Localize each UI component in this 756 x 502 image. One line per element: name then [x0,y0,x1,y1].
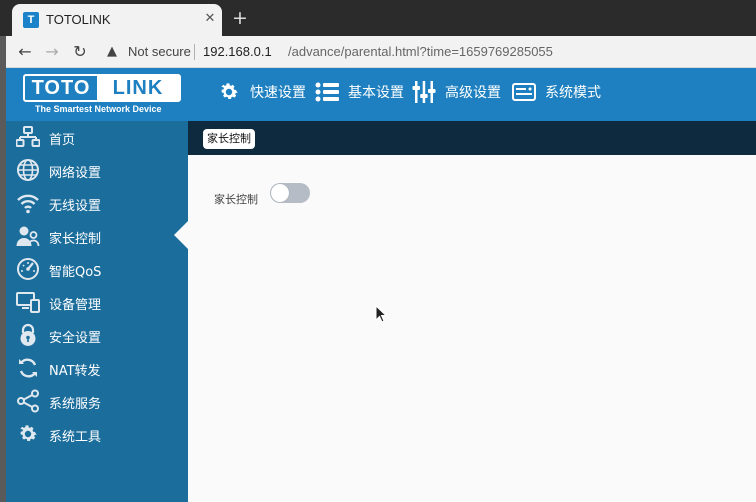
breadcrumb[interactable]: 家长控制 [203,129,255,149]
new-tab-icon[interactable]: + [229,8,251,30]
sidebar-item-system-services[interactable]: 系统服务 [6,385,188,418]
router-icon [511,81,537,103]
globe-icon [15,158,41,182]
url-host[interactable]: 192.168.0.1 [203,44,272,59]
sidebar-item-label: 智能QoS [49,265,102,280]
sidebar-item-smart-qos[interactable]: 智能QoS [6,253,188,286]
app-header: TOTO LINK The Smartest Network Device 快速… [6,68,756,121]
main-content: 家长控制 [188,155,756,502]
topnav-basic-setup[interactable]: 基本设置 [314,79,404,105]
refresh-icon [15,356,41,380]
totolink-favicon-icon: T [23,12,39,28]
sidebar-item-label: 系统工具 [49,430,102,445]
back-arrow-icon[interactable]: ← [14,41,36,63]
topnav-label: 快速设置 [250,85,306,101]
sidebar-item-device-management[interactable]: 设备管理 [6,286,188,319]
sidebar-item-label: 家长控制 [49,232,102,247]
close-tab-icon[interactable]: ✕ [201,10,219,28]
topnav-label: 高级设置 [445,85,501,101]
sidebar-item-label: 网络设置 [49,166,102,181]
not-secure-label[interactable]: Not secure [128,44,191,59]
list-icon [314,81,340,103]
gear-icon [15,422,41,446]
sidebar-item-label: 设备管理 [49,298,102,313]
sidebar-item-label: 首页 [49,133,76,148]
logo-text-right: LINK [97,76,179,100]
share-icon [15,389,41,413]
sidebar-item-label: NAT转发 [49,364,101,379]
sidebar: 首页 网络设置 无线设置 家长控制 智能QoS 设备管理 安全设置 NAT转发 … [6,121,188,502]
gauge-icon [15,257,41,281]
lock-icon [15,323,41,347]
sidebar-item-home[interactable]: 首页 [6,121,188,154]
sidebar-item-network[interactable]: 网络设置 [6,154,188,187]
url-path[interactable]: /advance/parental.html?time=165976928505… [288,44,553,59]
toggle-knob [271,184,289,202]
wifi-icon [15,191,41,215]
devices-icon [15,290,41,314]
browser-tab[interactable]: T TOTOLINK ✕ [12,4,222,36]
network-home-icon [15,125,41,149]
parental-icon [15,224,41,248]
router-admin-app: TOTO LINK The Smartest Network Device 快速… [6,68,756,502]
reload-icon[interactable]: ↻ [69,41,91,63]
breadcrumb-bar: 家长控制 [188,121,756,155]
topnav-system-mode[interactable]: 系统模式 [511,79,601,105]
active-item-pointer [174,221,188,249]
tab-title: TOTOLINK [46,12,111,27]
browser-tabbar: T TOTOLINK ✕ + [0,0,756,36]
sidebar-item-parental-control[interactable]: 家长控制 [6,220,188,253]
logo-text-left: TOTO [31,77,91,99]
parental-control-label: 家长控制 [214,193,258,206]
sidebar-item-security[interactable]: 安全设置 [6,319,188,352]
topnav-label: 基本设置 [348,85,404,101]
mouse-cursor-icon [375,304,388,327]
sidebar-item-wireless[interactable]: 无线设置 [6,187,188,220]
address-bar: ← → ↻ ▲ Not secure 192.168.0.1 /advance/… [6,36,756,68]
topnav-label: 系统模式 [545,85,601,101]
forward-arrow-icon[interactable]: → [41,41,63,63]
sidebar-item-nat-forwarding[interactable]: NAT转发 [6,352,188,385]
topnav-quick-setup[interactable]: 快速设置 [216,79,306,105]
sliders-icon [411,81,437,103]
gear-icon [216,81,242,103]
warning-icon[interactable]: ▲ [107,44,117,59]
logo-tagline: The Smartest Network Device [35,104,162,114]
topnav-advanced-setup[interactable]: 高级设置 [411,79,501,105]
sidebar-item-label: 安全设置 [49,331,102,346]
address-separator [194,44,195,60]
parental-control-toggle[interactable] [270,183,310,203]
sidebar-item-label: 系统服务 [49,397,102,412]
sidebar-item-system-tools[interactable]: 系统工具 [6,418,188,451]
totolink-logo[interactable]: TOTO LINK The Smartest Network Device [23,74,181,116]
logo-box: TOTO LINK [23,74,181,102]
sidebar-item-label: 无线设置 [49,199,102,214]
